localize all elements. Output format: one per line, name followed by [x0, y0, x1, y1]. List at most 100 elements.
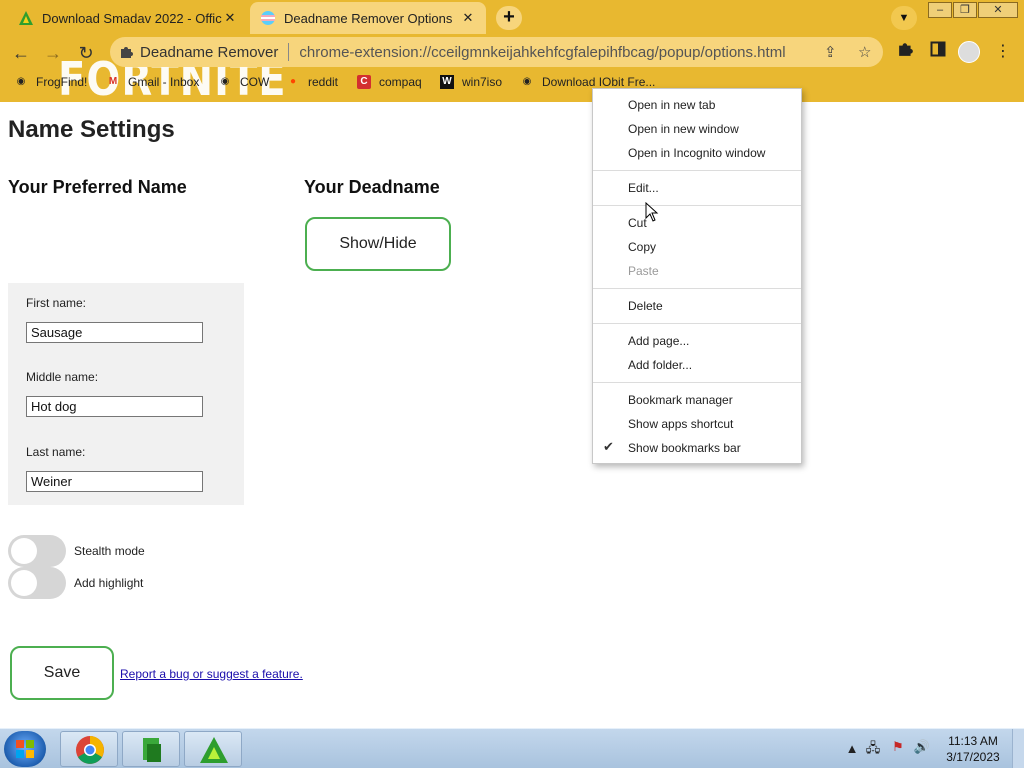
extensions-puzzle-icon[interactable] — [895, 41, 917, 63]
close-window-button[interactable]: ✕ — [978, 2, 1018, 18]
add-highlight-label: Add highlight — [74, 576, 144, 590]
taskbar-chrome[interactable] — [60, 731, 118, 767]
smadav-icon — [19, 11, 33, 25]
menu-paste[interactable]: Paste — [628, 261, 659, 281]
menu-show-apps-shortcut[interactable]: Show apps shortcut — [628, 414, 733, 434]
menu-open-new-window[interactable]: Open in new window — [628, 119, 739, 139]
menu-add-page[interactable]: Add page... — [628, 331, 689, 351]
stealth-mode-toggle[interactable] — [8, 535, 66, 567]
forward-arrow-icon[interactable]: → — [40, 40, 66, 66]
bookmark-frogfind[interactable]: ◉ FrogFind! — [14, 75, 88, 89]
menu-copy[interactable]: Copy — [628, 237, 656, 257]
globe-icon: ◉ — [522, 76, 532, 87]
tab-title: Download Smadav 2022 - Officia — [42, 10, 222, 26]
menu-open-new-tab[interactable]: Open in new tab — [628, 95, 715, 115]
taskbar-smadav[interactable] — [184, 731, 242, 767]
side-panel-icon[interactable] — [927, 41, 949, 63]
taskbar-app-green[interactable] — [122, 731, 180, 767]
bookmark-win7iso[interactable]: W win7iso — [440, 75, 502, 89]
menu-separator — [593, 205, 801, 206]
bookmark-cow[interactable]: ◉ COW — [218, 75, 270, 89]
bookmark-label: Download IObit Fre... — [542, 75, 656, 89]
last-name-label: Last name: — [26, 445, 86, 459]
menu-open-incognito[interactable]: Open in Incognito window — [628, 143, 765, 163]
windows-taskbar: ▲ 🖧 ⚑ 🔊 — [0, 728, 1024, 768]
menu-separator — [593, 288, 801, 289]
bookmark-label: Gmail - Inbox — [128, 75, 200, 89]
toggle-knob — [11, 538, 37, 564]
menu-edit[interactable]: Edit... — [628, 178, 659, 198]
profile-avatar[interactable] — [958, 41, 980, 63]
last-name-field[interactable] — [26, 471, 203, 492]
share-icon[interactable]: ⇪ — [824, 43, 837, 61]
globe-icon: ◉ — [220, 76, 230, 87]
preferred-name-heading: Your Preferred Name — [8, 177, 187, 197]
bookmark-label: win7iso — [462, 75, 503, 89]
bookmark-label: COW — [240, 75, 270, 89]
bookmark-compaq[interactable]: C compaq — [357, 75, 422, 89]
mouse-cursor-icon — [645, 202, 659, 222]
tray-expand-icon[interactable]: ▲ — [843, 741, 861, 756]
green-app-icon — [143, 738, 161, 762]
bookmark-reddit[interactable]: ● reddit — [286, 75, 338, 89]
close-tab-icon[interactable]: ✕ — [222, 10, 238, 26]
tab-deadname-remover[interactable]: Deadname Remover Options ✕ — [250, 2, 486, 34]
gmail-icon: M — [108, 76, 118, 87]
menu-bookmark-manager[interactable]: Bookmark manager — [628, 390, 733, 410]
bookmark-context-menu: Open in new tab Open in new window Open … — [592, 88, 802, 464]
page-title: Name Settings — [8, 116, 175, 143]
restore-button[interactable]: ❐ — [953, 2, 977, 18]
back-arrow-icon[interactable]: ← — [8, 40, 34, 66]
tab-search-chevron-icon[interactable]: ▼ — [891, 6, 917, 30]
menu-show-bookmarks-bar[interactable]: Show bookmarks bar — [628, 438, 741, 458]
checkmark-icon: ✔ — [603, 439, 614, 454]
browser-toolbar: ← → ↻ Deadname Remover chrome-extension:… — [0, 34, 1024, 70]
tab-smadav[interactable]: Download Smadav 2022 - Officia ✕ — [8, 2, 248, 34]
bookmark-label: FrogFind! — [36, 75, 88, 89]
volume-icon[interactable]: 🔊 — [913, 739, 931, 755]
bookmark-gmail[interactable]: M Gmail - Inbox — [106, 75, 200, 89]
first-name-field[interactable] — [26, 322, 203, 343]
trans-flag-icon — [261, 11, 275, 25]
address-bar[interactable]: Deadname Remover chrome-extension://ccei… — [110, 37, 883, 67]
windows-logo-icon — [16, 740, 34, 758]
tab-title: Deadname Remover Options — [284, 10, 453, 26]
add-highlight-toggle[interactable] — [8, 567, 66, 599]
close-tab-icon[interactable]: ✕ — [460, 10, 476, 26]
bookmark-star-icon[interactable]: ☆ — [858, 43, 871, 61]
middle-name-label: Middle name: — [26, 370, 99, 384]
report-bug-link[interactable]: Report a bug or suggest a feature. — [120, 667, 303, 681]
menu-add-folder[interactable]: Add folder... — [628, 355, 692, 375]
kebab-menu-icon[interactable]: ⋮ — [992, 41, 1014, 63]
new-tab-button[interactable]: + — [496, 6, 522, 30]
menu-delete[interactable]: Delete — [628, 296, 663, 316]
save-button[interactable]: Save — [10, 646, 114, 700]
toggle-knob — [11, 570, 37, 596]
show-desktop-button[interactable] — [1012, 729, 1024, 768]
preferred-name-form: First name: Middle name: Last name: — [8, 283, 244, 505]
reload-icon[interactable]: ↻ — [73, 40, 99, 66]
globe-icon: ◉ — [16, 76, 26, 87]
stealth-mode-label: Stealth mode — [74, 544, 145, 558]
clock-time[interactable]: 11:13 AM — [940, 734, 1006, 748]
w-icon: W — [440, 75, 454, 89]
action-center-flag-icon[interactable]: ⚑ — [889, 739, 907, 755]
show-hide-button[interactable]: Show/Hide — [305, 217, 451, 271]
puzzle-piece-icon — [121, 47, 133, 58]
clock-date[interactable]: 3/17/2023 — [940, 750, 1006, 764]
network-icon[interactable]: 🖧 — [864, 739, 882, 761]
compaq-icon: C — [357, 75, 371, 89]
first-name-label: First name: — [26, 296, 87, 310]
menu-separator — [593, 323, 801, 324]
minimize-button[interactable]: – — [928, 2, 952, 18]
bookmark-iobit[interactable]: ◉ Download IObit Fre... — [520, 75, 656, 89]
bookmarks-bar: ◉ FrogFind! M Gmail - Inbox ◉ COW ● redd… — [0, 72, 1024, 96]
menu-separator — [593, 382, 801, 383]
url-text[interactable]: chrome-extension://cceilgmnkeijahkehfcgf… — [299, 44, 785, 61]
menu-cut[interactable]: Cut — [628, 213, 647, 233]
start-button[interactable] — [4, 731, 46, 767]
menu-separator — [593, 170, 801, 171]
smadav-icon — [200, 737, 228, 763]
bookmark-label: reddit — [308, 75, 339, 89]
middle-name-field[interactable] — [26, 396, 203, 417]
